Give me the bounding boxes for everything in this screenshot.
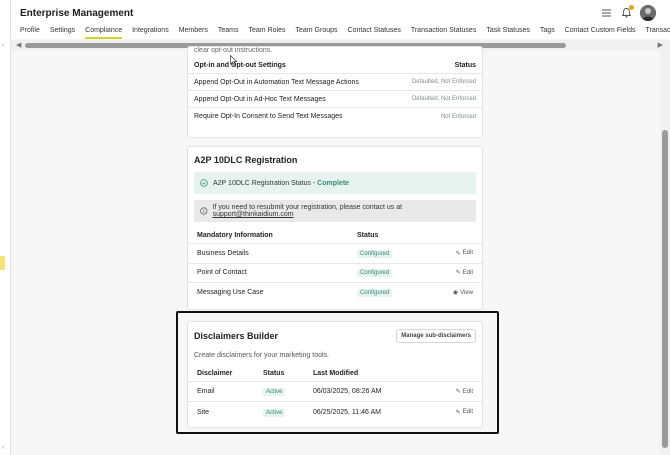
status-badge: Configured — [357, 269, 393, 278]
table-row: Require Opt-In Consent to Send Text Mess… — [188, 108, 482, 125]
table-row: Append Opt-Out in Ad-Hoc Text Messages D… — [188, 91, 482, 108]
mandatory-label: Business Details — [197, 249, 249, 257]
tab-transaction-statuses[interactable]: Transaction Statuses — [411, 27, 477, 39]
view-button[interactable]: ◉ View — [452, 289, 473, 297]
info-text: If you need to resubmit your registratio… — [212, 204, 403, 211]
cursor-icon — [230, 54, 238, 68]
edit-button[interactable]: ✎ Edit — [455, 269, 473, 277]
last-modified-value: 06/03/2025, 08:26 AM — [313, 388, 382, 395]
top-actions — [600, 5, 656, 21]
support-email-link[interactable]: support@thinkaidium.com — [213, 211, 294, 218]
tab-contact-statuses[interactable]: Contact Statuses — [348, 27, 401, 39]
table-row: Site Active 06/25/2025, 11:46 AM ✎ Edit — [188, 402, 482, 422]
table-row: Email Active 06/03/2025, 08:26 AM ✎ Edit — [188, 382, 482, 402]
disclaimers-builder-card: Disclaimers Builder Manage sub-disclaime… — [187, 321, 483, 428]
avatar[interactable] — [640, 5, 656, 21]
disclaimer-label: Email — [197, 388, 215, 395]
manage-sub-disclaimers-button[interactable]: Manage sub-disclaimers — [396, 329, 476, 343]
scroll-right-icon[interactable]: ▶ — [658, 41, 663, 49]
disclaimers-title: Disclaimers Builder — [194, 331, 279, 341]
a2p-title: A2P 10DLC Registration — [194, 155, 298, 165]
table-row: Point of Contact Configured ✎ Edit — [188, 264, 482, 283]
pencil-icon: ✎ — [455, 250, 461, 257]
chevron-left-icon[interactable]: ‹ — [2, 445, 4, 451]
top-bar: Enterprise Management Profile Settings C… — [11, 0, 670, 39]
chevron-left-icon[interactable]: ‹ — [2, 43, 4, 49]
tab-members[interactable]: Members — [179, 27, 208, 39]
col-last-modified: Last Modified — [313, 369, 359, 377]
sidebar-active-marker[interactable] — [0, 256, 5, 270]
tab-transaction-custom-fields[interactable]: Transaction Cu — [646, 27, 670, 39]
eye-icon: ◉ — [452, 290, 459, 297]
last-modified-value: 06/25/2025, 11:46 AM — [313, 408, 381, 416]
scroll-left-icon[interactable]: ◀ — [16, 41, 21, 49]
tab-settings[interactable]: Settings — [50, 27, 75, 39]
edit-button[interactable]: ✎ Edit — [455, 388, 473, 396]
table-row: Business Details Configured ✎ Edit — [188, 244, 482, 264]
tab-bar: Profile Settings Compliance Integrations… — [20, 27, 670, 39]
pencil-icon: ✎ — [455, 270, 461, 277]
tab-tags[interactable]: Tags — [540, 27, 555, 39]
table-row: Messaging Use Case Configured ◉ View — [188, 283, 482, 303]
tab-profile[interactable]: Profile — [20, 27, 40, 39]
a2p-registration-card: A2P 10DLC Registration A2P 10DLC Registr… — [187, 146, 483, 310]
pencil-icon: ✎ — [455, 389, 461, 395]
setting-label: Append Opt-Out in Automation Text Messag… — [194, 78, 359, 86]
registration-status-text: A2P 10DLC Registration Status - — [213, 179, 318, 187]
disclaimers-description: Create disclaimers for your marketing to… — [194, 352, 329, 359]
notification-badge — [629, 5, 634, 10]
disclaimers-table-header: Disclaimer Status Last Modified — [188, 365, 482, 382]
pencil-icon: ✎ — [455, 409, 461, 416]
registration-status-value: Complete — [317, 179, 350, 187]
table-row: Append Opt-Out in Automation Text Messag… — [188, 74, 482, 91]
status-badge: Configured — [357, 249, 393, 258]
tab-integrations[interactable]: Integrations — [132, 27, 169, 39]
setting-status: Defaulted, Not Enforced — [411, 79, 476, 85]
col-setting: Opt-in and Opt-out Settings — [194, 61, 286, 69]
col-status: Status — [263, 369, 285, 377]
col-status: Status — [357, 231, 379, 239]
mandatory-label: Point of Contact — [197, 269, 247, 277]
status-badge: Active — [263, 408, 286, 417]
tab-task-statuses[interactable]: Task Statuses — [486, 27, 530, 39]
registration-status-banner: A2P 10DLC Registration Status - Complete — [194, 172, 476, 194]
resubmit-info-banner: If you need to resubmit your registratio… — [194, 200, 476, 222]
mandatory-label: Messaging Use Case — [197, 289, 264, 297]
vertical-scroll-thumb[interactable] — [662, 130, 668, 448]
check-circle-icon — [200, 179, 208, 187]
bell-icon[interactable] — [620, 5, 634, 19]
setting-label: Append Opt-Out in Ad-Hoc Text Messages — [194, 95, 326, 103]
status-badge: Configured — [357, 289, 393, 298]
mandatory-table-header: Mandatory Information Status — [188, 227, 482, 244]
status-badge: Active — [263, 388, 286, 396]
tab-teams[interactable]: Teams — [218, 27, 239, 39]
edit-button[interactable]: ✎ Edit — [456, 409, 473, 416]
left-sidebar-strip: ‹ ‹ — [0, 0, 11, 455]
vertical-scrollbar[interactable] — [660, 50, 670, 455]
col-mandatory-info: Mandatory Information — [197, 231, 273, 239]
col-status: Status — [454, 61, 476, 69]
disclaimer-label: Site — [197, 408, 210, 416]
edit-button[interactable]: ✎ Edit — [456, 250, 473, 257]
setting-status: Defaulted, Not Enforced — [411, 96, 476, 102]
tab-team-groups[interactable]: Team Groups — [295, 27, 337, 39]
tab-compliance[interactable]: Compliance — [85, 27, 123, 39]
setting-label: Require Opt-In Consent to Send Text Mess… — [194, 113, 343, 120]
info-icon — [200, 207, 208, 215]
list-icon[interactable] — [600, 7, 612, 19]
tab-contact-custom-fields[interactable]: Contact Custom Fields — [565, 27, 636, 39]
tab-team-roles[interactable]: Team Roles — [249, 27, 286, 39]
setting-status: Not Enforced — [440, 113, 476, 120]
col-disclaimer: Disclaimer — [197, 369, 233, 377]
page-title: Enterprise Management — [20, 8, 134, 19]
